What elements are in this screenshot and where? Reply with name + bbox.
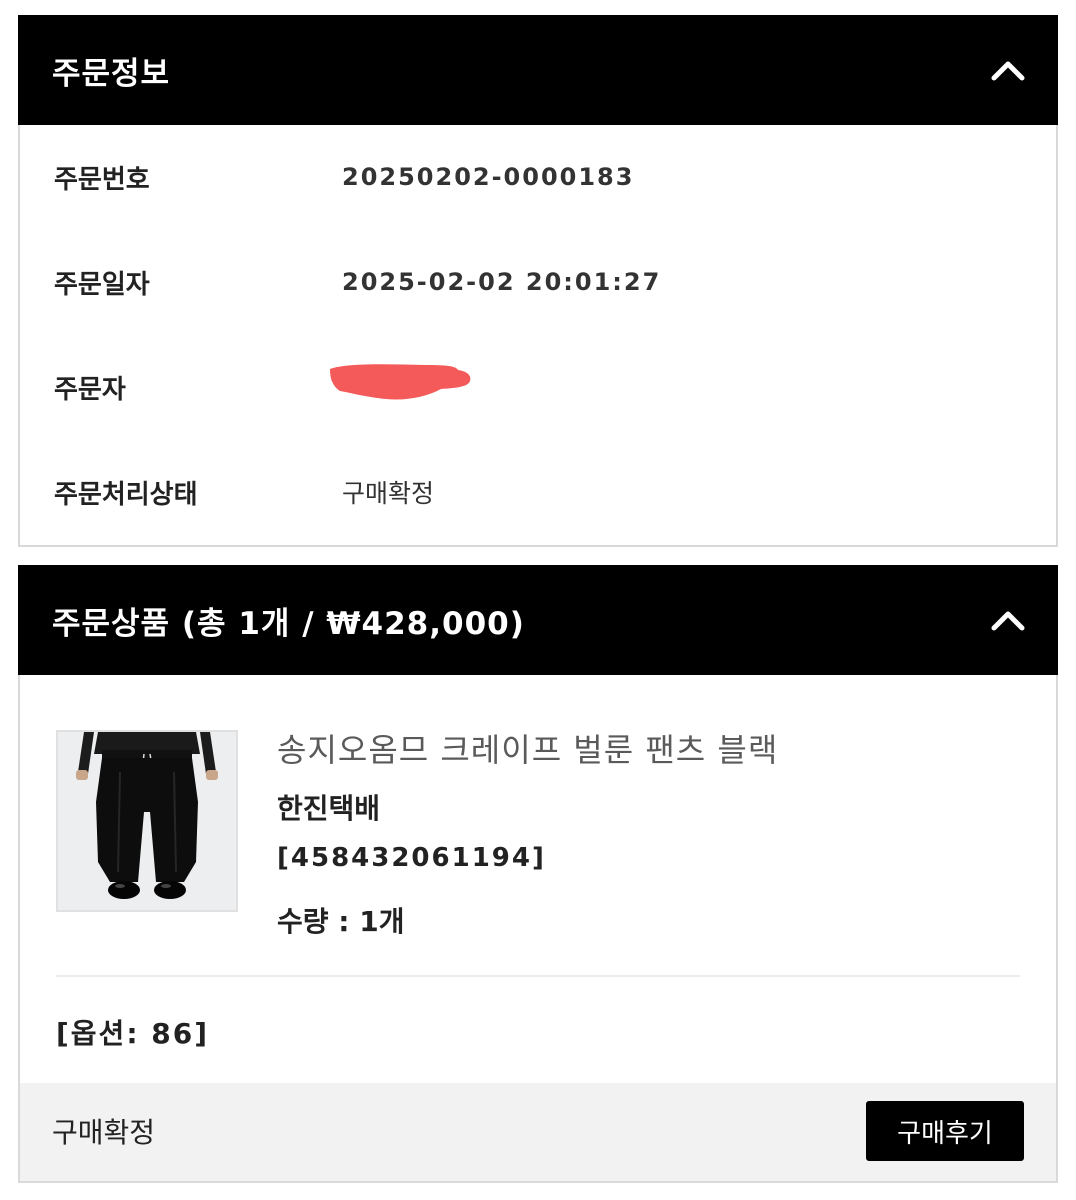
order-info-header[interactable]: 주문정보	[18, 15, 1058, 125]
orderer-row: 주문자	[54, 367, 1056, 407]
quantity: 수량 : 1개	[277, 905, 405, 938]
product-image[interactable]	[56, 730, 238, 912]
order-items-title: 주문상품 (총 1개 / ₩428,000)	[52, 605, 525, 642]
orderer-label: 주문자	[54, 374, 126, 405]
divider	[56, 975, 1020, 977]
product-name[interactable]: 송지오옴므 크레이프 벌룬 팬츠 블랙	[277, 725, 778, 771]
tracking-number[interactable]: [458432061194]	[277, 843, 546, 873]
purchase-status: 구매확정	[52, 1116, 156, 1149]
order-info-title: 주문정보	[52, 55, 171, 92]
order-items-section: 주문상품 (총 1개 / ₩428,000) 송지오옴므 크레이프 벌룬 팬츠 …	[18, 565, 1058, 1183]
order-status-row: 주문처리상태 구매확정	[54, 472, 1056, 512]
order-date-value: 2025-02-02 20:01:27	[342, 268, 662, 296]
chevron-up-icon[interactable]	[990, 602, 1026, 638]
redaction-mark	[330, 364, 471, 400]
review-button[interactable]: 구매후기	[866, 1101, 1024, 1161]
item-footer: 구매확정 구매후기	[20, 1083, 1056, 1181]
black-pants-photo	[58, 732, 236, 910]
order-items-header[interactable]: 주문상품 (총 1개 / ₩428,000)	[18, 565, 1058, 675]
order-number-row: 주문번호 20250202-0000183	[54, 157, 1056, 197]
product-option: [옵션: 86]	[56, 1017, 210, 1050]
order-number-label: 주문번호	[54, 164, 150, 195]
order-status-label: 주문처리상태	[54, 479, 198, 510]
order-status-value: 구매확정	[342, 479, 435, 508]
courier-name: 한진택배	[277, 792, 381, 825]
chevron-up-icon[interactable]	[990, 52, 1026, 88]
order-info-section: 주문정보 주문번호 20250202-0000183 주문일자 2025-02-…	[18, 15, 1058, 547]
order-date-row: 주문일자 2025-02-02 20:01:27	[54, 262, 1056, 302]
order-number-value: 20250202-0000183	[342, 163, 635, 191]
order-date-label: 주문일자	[54, 269, 150, 300]
